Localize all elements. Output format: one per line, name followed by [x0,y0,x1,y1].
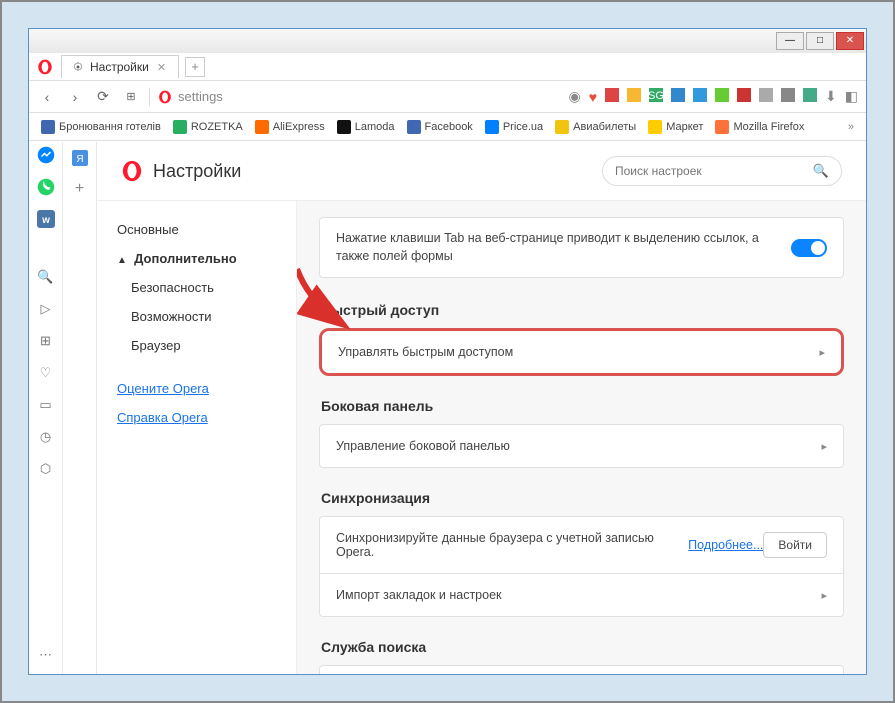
search-input[interactable] [615,164,813,178]
link-learn-more[interactable]: Подробнее... [688,538,763,552]
send-icon[interactable]: ▷ [37,300,55,318]
narrow-panel: Я + [63,142,97,674]
bookmark-item[interactable]: Lamoda [337,120,395,134]
ext-icon-8[interactable] [759,88,773,105]
bookmarks-overflow-icon[interactable]: » [848,121,854,133]
heart-icon[interactable]: ♥ [589,89,597,105]
address-text: settings [178,89,223,104]
nav-forward-button[interactable]: › [65,87,85,107]
nav-security[interactable]: Безопасность [97,273,296,302]
nav-features[interactable]: Возможности [97,302,296,331]
settings-nav: Основные ▲ Дополнительно Безопасность Во… [97,201,297,674]
bookmarks-bar: Бронювання готелів ROZETKA AliExpress La… [29,113,866,141]
translate-icon[interactable]: Я [71,150,89,168]
extensions-icon[interactable]: ⬡ [37,460,55,478]
section-sync: Синхронизация [321,490,844,506]
opera-logo-icon [37,59,53,75]
messenger-sidebar: w 🔍 ▷ ⊞ ♡ ▭ ◷ ⬡ ⋯ [29,142,63,674]
section-search: Служба поиска [321,639,844,655]
titlebar: — □ ✕ [29,29,866,53]
camera-icon[interactable]: ◉ [569,88,581,105]
svg-text:w: w [41,215,50,226]
speed-dial-button[interactable]: ⊞ [121,87,141,107]
search-settings[interactable]: 🔍 [602,156,842,186]
reload-button[interactable]: ⟳ [93,87,113,107]
ext-icon-7[interactable] [737,88,751,105]
ext-icon-4[interactable] [671,88,685,105]
ext-icon-5[interactable] [693,88,707,105]
svg-text:Я: Я [76,154,83,165]
row-manage-sidebar[interactable]: Управление боковой панелью ▸ [319,424,844,468]
more-icon[interactable]: ⋯ [37,646,55,664]
nav-browser[interactable]: Браузер [97,331,296,360]
toggle-switch[interactable] [791,239,827,257]
bookmark-item[interactable]: Бронювання готелів [41,120,161,134]
opera-icon [158,90,172,104]
ext-icon-2[interactable] [627,88,641,105]
add-panel-button[interactable]: + [71,180,89,198]
chevron-right-icon: ▸ [819,346,825,359]
bookmark-item[interactable]: Маркет [648,120,703,134]
ext-icon-9[interactable] [781,88,795,105]
heart-icon[interactable]: ♡ [37,364,55,382]
tab-settings[interactable]: Настройки ✕ [61,55,179,78]
download-icon[interactable]: ⬇ [825,88,837,105]
bookmark-item[interactable]: Facebook [407,120,473,134]
chevron-right-icon: ▸ [821,440,827,453]
row-default-search: Задайте поисковую систему для поиска из … [319,665,844,674]
chevron-right-icon: ▸ [821,589,827,602]
sidebar-toggle-icon[interactable]: ◧ [845,88,858,105]
settings-page: Настройки 🔍 Основные ▲ Дополнительно Без… [97,142,866,674]
news-icon[interactable]: ▭ [37,396,55,414]
link-rate-opera[interactable]: Оцените Opera [97,376,296,401]
minimize-button[interactable]: — [776,32,804,50]
browser-window: — □ ✕ Настройки ✕ + ‹ › ⟳ ⊞ settings ◉ ♥… [28,28,867,675]
section-quick-access: Быстрый доступ [321,302,844,318]
tab-close-icon[interactable]: ✕ [155,61,168,74]
bookmark-item[interactable]: ROZETKA [173,120,243,134]
address-bar: ‹ › ⟳ ⊞ settings ◉ ♥ SG ⬇ ◧ [29,81,866,113]
row-import-bookmarks[interactable]: Импорт закладок и настроек ▸ [319,574,844,617]
nav-advanced[interactable]: ▲ Дополнительно [97,244,296,273]
address-field[interactable]: settings [158,89,561,104]
row-sync-account: Синхронизируйте данные браузера с учетно… [319,516,844,574]
new-tab-button[interactable]: + [185,57,205,77]
bookmark-item[interactable]: AliExpress [255,120,325,134]
ext-icon-10[interactable] [803,88,817,105]
bookmark-item[interactable]: Price.ua [485,120,543,134]
tab-title: Настройки [90,60,149,74]
setting-tab-highlight: Нажатие клавиши Tab на веб-странице прив… [319,217,844,278]
messenger-icon[interactable] [37,146,55,164]
nav-basic[interactable]: Основные [97,215,296,244]
gear-icon [72,61,84,73]
search-icon: 🔍 [813,163,829,179]
page-title: Настройки [153,161,241,182]
opera-logo-icon [121,160,143,182]
history-icon[interactable]: ◷ [37,428,55,446]
bookmark-item[interactable]: Авиабилеты [555,120,636,134]
link-help-opera[interactable]: Справка Opera [97,405,296,430]
ext-icon-1[interactable] [605,88,619,105]
ext-icon-3[interactable]: SG [649,88,663,105]
login-button[interactable]: Войти [763,532,827,558]
page-header: Настройки 🔍 [97,142,866,201]
speed-dial-icon[interactable]: ⊞ [37,332,55,350]
bookmark-item[interactable]: Mozilla Firefox [715,120,804,134]
nav-back-button[interactable]: ‹ [37,87,57,107]
whatsapp-icon[interactable] [37,178,55,196]
settings-main: Нажатие клавиши Tab на веб-странице прив… [297,201,866,674]
maximize-button[interactable]: □ [806,32,834,50]
ext-icon-6[interactable] [715,88,729,105]
section-sidebar: Боковая панель [321,398,844,414]
svg-text:SG: SG [649,90,663,102]
search-icon[interactable]: 🔍 [37,268,55,286]
vk-icon[interactable]: w [37,210,55,228]
tab-bar: Настройки ✕ + [29,53,866,81]
close-button[interactable]: ✕ [836,32,864,50]
row-manage-quick-access[interactable]: Управлять быстрым доступом ▸ [319,328,844,376]
setting-label: Нажатие клавиши Tab на веб-странице прив… [336,230,791,265]
